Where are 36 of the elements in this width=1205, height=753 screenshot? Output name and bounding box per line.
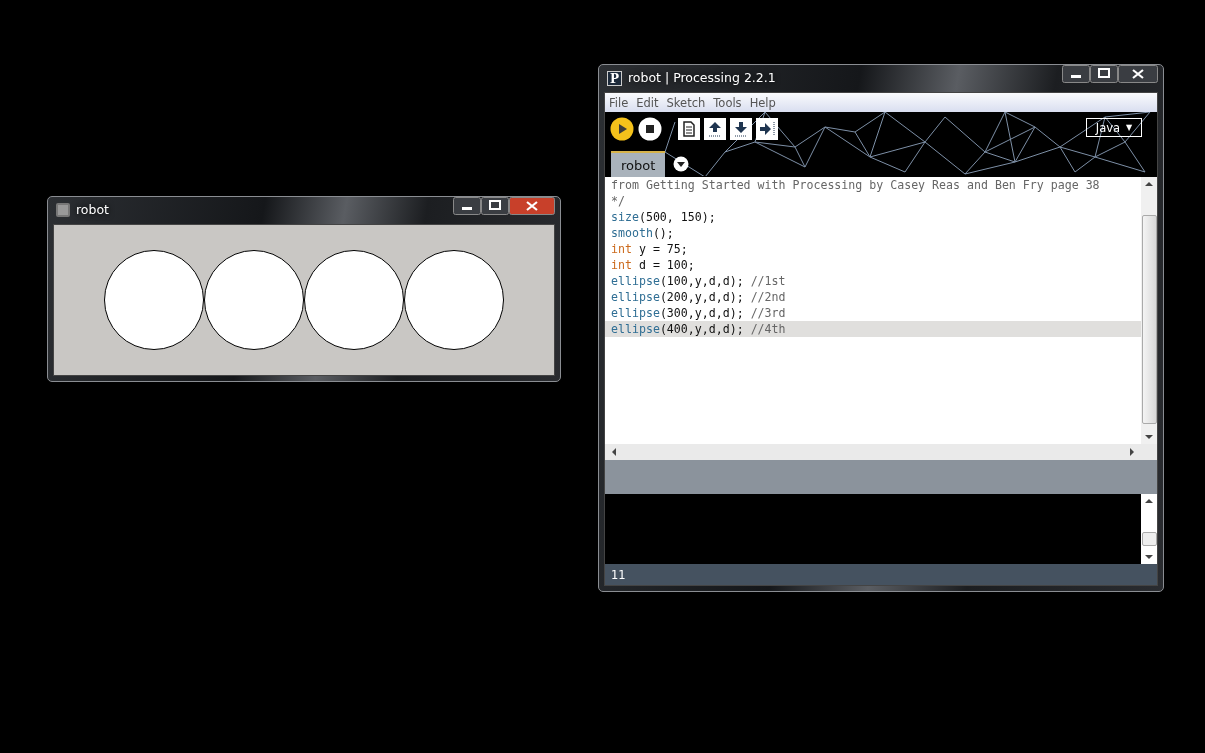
vertical-scrollbar[interactable] (1141, 177, 1157, 444)
minimize-icon[interactable] (453, 197, 481, 215)
menu-item[interactable]: Help (749, 95, 776, 110)
code-line: int y = 75; (610, 241, 689, 257)
window-icon (56, 203, 70, 217)
run-icon[interactable] (610, 117, 634, 141)
code-line: int d = 100; (610, 257, 696, 273)
menu-item[interactable]: Tools (713, 95, 742, 110)
stop-icon[interactable] (638, 117, 662, 141)
scrollbar-thumb[interactable] (1141, 532, 1157, 546)
window-title: robot (76, 202, 109, 217)
close-icon[interactable] (509, 197, 555, 215)
window-title: robot | Processing 2.2.1 (628, 70, 776, 85)
code-line: ellipse(200,y,d,d); //2nd (610, 289, 787, 305)
menu-item[interactable]: Edit (636, 95, 659, 110)
horizontal-scrollbar[interactable] (605, 444, 1157, 460)
sketch-tab[interactable]: robot (611, 151, 666, 177)
menu-item[interactable]: Sketch (666, 95, 706, 110)
new-file-icon[interactable] (678, 118, 700, 140)
code-line: from Getting Started with Processing by Casey Reas and Ben Fry page 38 (610, 177, 1101, 193)
code-line: ellipse(300,y,d,d); //3rd (610, 305, 787, 321)
minimize-icon[interactable] (1062, 65, 1090, 83)
close-icon[interactable] (1118, 65, 1158, 83)
maximize-icon[interactable] (481, 197, 509, 215)
code-line: */ (610, 193, 626, 209)
code-line: size(500, 150); (610, 209, 717, 225)
code-line: smooth(); (610, 225, 675, 241)
line-number: 11 (611, 567, 626, 582)
maximize-icon[interactable] (1090, 65, 1118, 83)
tab-menu-icon[interactable] (673, 156, 690, 172)
scrollbar-thumb[interactable] (1141, 215, 1157, 424)
menu-item[interactable]: File (609, 95, 629, 110)
mode-dropdown[interactable]: Java ▼ (1086, 118, 1142, 137)
app-icon: P (607, 71, 622, 86)
code-line: ellipse(100,y,d,d); //1st (610, 273, 787, 289)
console-scrollbar[interactable] (1141, 494, 1157, 564)
